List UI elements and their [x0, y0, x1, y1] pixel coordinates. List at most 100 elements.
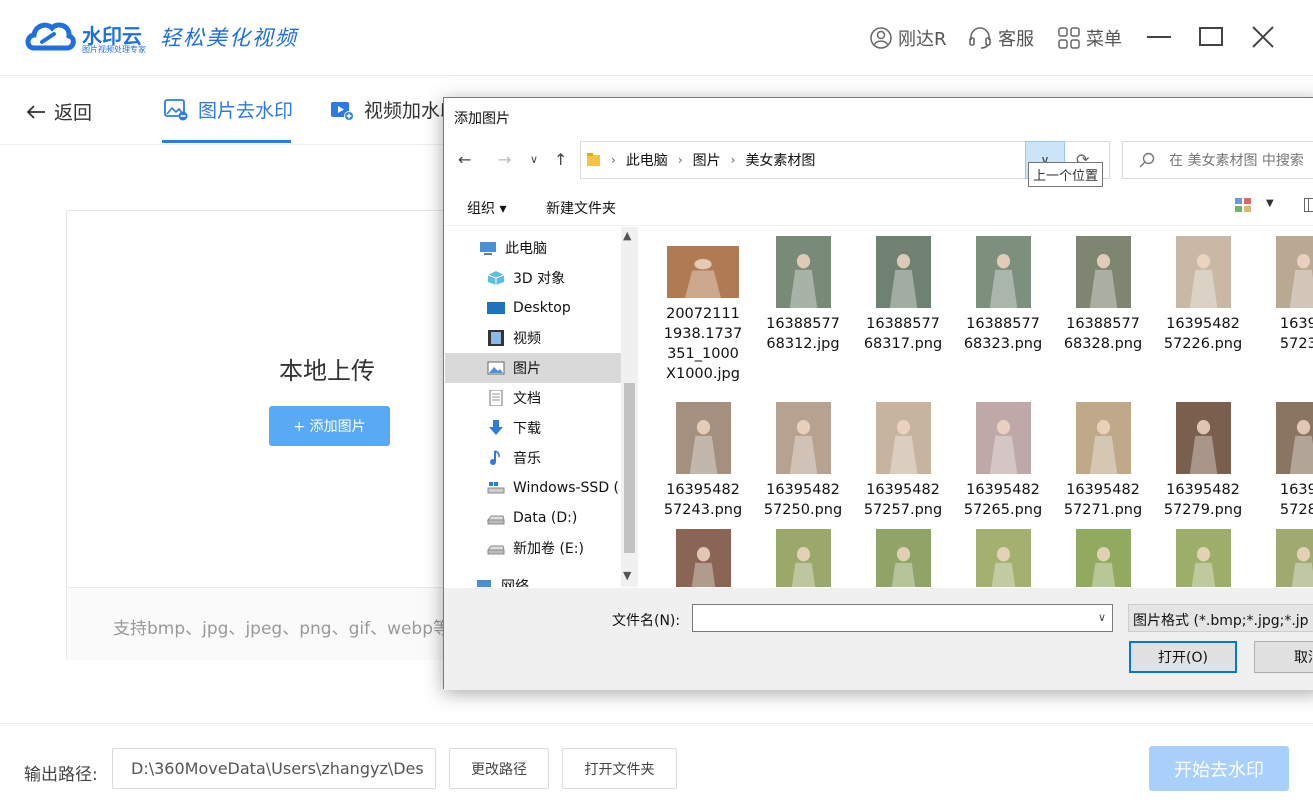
- user-name: 刚达R: [898, 29, 947, 50]
- maximize-button[interactable]: [1196, 22, 1226, 52]
- file-name: 57243.png: [663, 502, 743, 518]
- file-thumbnail: [1175, 402, 1231, 474]
- app-window: 水印云 图片视频处理专家 轻松美化视频 刚达R 客服 菜单 返回 图片去水印 视…: [0, 0, 1313, 809]
- tab-image-watermark-remove[interactable]: 图片去水印: [164, 96, 293, 123]
- tree-item-pictures[interactable]: 图片: [445, 353, 621, 383]
- change-path-button[interactable]: 更改路径: [449, 748, 549, 789]
- file-item[interactable]: 16395482 57279.png: [1155, 402, 1251, 520]
- recent-chevron-icon[interactable]: ∨: [530, 153, 538, 166]
- scrollbar-thumb[interactable]: [624, 383, 635, 553]
- file-name: 1938.1737: [663, 326, 743, 342]
- scroll-up-icon[interactable]: ▲: [623, 229, 631, 242]
- up-arrow-icon[interactable]: ↑: [554, 150, 567, 169]
- chevron-down-icon[interactable]: ∨: [1098, 611, 1106, 624]
- output-path-field[interactable]: D:\360MoveData\Users\zhangyz\Des: [112, 748, 436, 789]
- cancel-button[interactable]: 取消: [1254, 641, 1313, 673]
- file-item[interactable]: [655, 529, 751, 587]
- file-item[interactable]: 16395 57285: [1255, 402, 1313, 520]
- file-name: 16388577: [766, 316, 840, 332]
- file-thumbnail: [875, 402, 931, 474]
- search-input[interactable]: 在 美女素材图 中搜索: [1122, 141, 1313, 179]
- back-label: 返回: [54, 102, 93, 124]
- tree-item-data-d[interactable]: Data (D:): [445, 503, 621, 533]
- menu-button[interactable]: 菜单: [1058, 24, 1122, 52]
- file-item[interactable]: [755, 529, 851, 587]
- filename-input[interactable]: ∨: [692, 604, 1113, 632]
- file-item[interactable]: 16395 57235: [1255, 236, 1313, 354]
- file-item[interactable]: 16395482 57243.png: [655, 402, 751, 520]
- breadcrumb-this-pc[interactable]: 此电脑: [626, 150, 668, 170]
- file-thumbnail: [667, 246, 739, 298]
- back-arrow-icon[interactable]: ←: [458, 150, 471, 169]
- file-item[interactable]: 16395482 57257.png: [855, 402, 951, 520]
- maximize-icon: [1199, 27, 1223, 46]
- user-account[interactable]: 刚达R: [870, 24, 947, 52]
- tree-item-new-volume-e[interactable]: 新加卷 (E:): [445, 533, 621, 563]
- forward-arrow-icon[interactable]: →: [498, 150, 511, 169]
- file-name: 57279.png: [1163, 502, 1243, 518]
- tree-item-network[interactable]: 网络: [445, 571, 621, 587]
- file-item[interactable]: 16388577 68312.jpg: [755, 236, 851, 354]
- file-item[interactable]: 16395482 57226.png: [1155, 236, 1251, 354]
- file-item[interactable]: [1055, 529, 1151, 587]
- breadcrumb-folder[interactable]: 美女素材图: [745, 150, 815, 170]
- file-thumbnail: [1075, 402, 1131, 474]
- preview-pane-icon[interactable]: [1304, 198, 1313, 212]
- tree-label: 音乐: [513, 451, 541, 467]
- file-type-select[interactable]: 图片格式 (*.bmp;*.jpg;*.jp: [1128, 604, 1313, 632]
- file-item[interactable]: [855, 529, 951, 587]
- address-row: ← → ∨ ↑ › 此电脑 › 图片 › 美女素材图 ∨ ⟳ 在 美女素材图 中…: [444, 138, 1313, 182]
- file-item[interactable]: [955, 529, 1051, 587]
- document-icon: [489, 390, 503, 406]
- tree-item-music[interactable]: 音乐: [445, 443, 621, 473]
- file-item[interactable]: 16395482 57271.png: [1055, 402, 1151, 520]
- file-item[interactable]: 16388577 68317.png: [855, 236, 951, 354]
- add-image-dialog: 添加图片 ← → ∨ ↑ › 此电脑 › 图片 › 美女素材图 ∨ ⟳ 在 美女…: [443, 97, 1313, 690]
- scroll-down-icon[interactable]: ▼: [623, 569, 631, 582]
- file-thumbnail: [975, 402, 1031, 474]
- tree-label: 图片: [513, 361, 541, 377]
- file-item[interactable]: 16395482 57250.png: [755, 402, 851, 520]
- network-icon: [477, 580, 491, 587]
- file-thumbnail: [1275, 402, 1313, 474]
- file-item[interactable]: 16388577 68323.png: [955, 236, 1051, 354]
- open-button[interactable]: 打开(O): [1129, 641, 1237, 673]
- file-name: 351_1000: [667, 346, 739, 362]
- tree-label: 网络: [501, 579, 529, 587]
- start-remove-button[interactable]: 开始去水印: [1149, 746, 1289, 791]
- file-thumbnail: [775, 236, 831, 308]
- command-bar: 组织 ▾ 新建文件夹 ▼: [444, 186, 1313, 226]
- tree-item-downloads[interactable]: 下载: [445, 413, 621, 443]
- view-options-icon[interactable]: [1235, 198, 1251, 212]
- close-button[interactable]: [1248, 22, 1278, 52]
- breadcrumb-pictures[interactable]: 图片: [693, 150, 721, 170]
- file-thumbnail: [1175, 236, 1231, 308]
- tree-item-videos[interactable]: 视频: [445, 323, 621, 353]
- file-item[interactable]: [1155, 529, 1251, 587]
- title-bar: 水印云 图片视频处理专家 轻松美化视频 刚达R 客服 菜单: [0, 0, 1313, 76]
- tab-video-watermark-add[interactable]: 视频加水印: [330, 96, 459, 123]
- file-grid: 20072111 1938.1737 351_1000 X1000.jpg 163885…: [641, 227, 1313, 587]
- file-item[interactable]: 16388577 68328.png: [1055, 236, 1151, 354]
- minimize-button[interactable]: [1144, 22, 1174, 52]
- back-button[interactable]: 返回: [26, 98, 92, 125]
- file-thumbnail: [775, 402, 831, 474]
- open-folder-button[interactable]: 打开文件夹: [562, 748, 677, 789]
- tree-item-desktop[interactable]: Desktop: [445, 293, 621, 323]
- file-name: 57250.png: [763, 502, 843, 518]
- music-icon: [490, 450, 500, 465]
- tree-scrollbar[interactable]: ▲ ▼: [621, 227, 638, 587]
- organize-menu[interactable]: 组织 ▾: [467, 198, 506, 218]
- file-item[interactable]: [1255, 529, 1313, 587]
- tree-item-documents[interactable]: 文档: [445, 383, 621, 413]
- add-image-button[interactable]: + 添加图片: [269, 406, 390, 446]
- tree-item-3d-objects[interactable]: 3D 对象: [445, 263, 621, 293]
- tree-item-windows-ssd[interactable]: Windows-SSD (: [445, 473, 621, 503]
- customer-service[interactable]: 客服: [968, 24, 1034, 52]
- file-item[interactable]: 16395482 57265.png: [955, 402, 1051, 520]
- file-item[interactable]: 20072111 1938.1737 351_1000 X1000.jpg: [655, 236, 751, 384]
- tree-item-this-pc[interactable]: 此电脑: [445, 233, 621, 263]
- new-folder-button[interactable]: 新建文件夹: [546, 198, 616, 218]
- file-thumbnail: [875, 529, 931, 587]
- view-dropdown-icon[interactable]: ▼: [1266, 198, 1274, 209]
